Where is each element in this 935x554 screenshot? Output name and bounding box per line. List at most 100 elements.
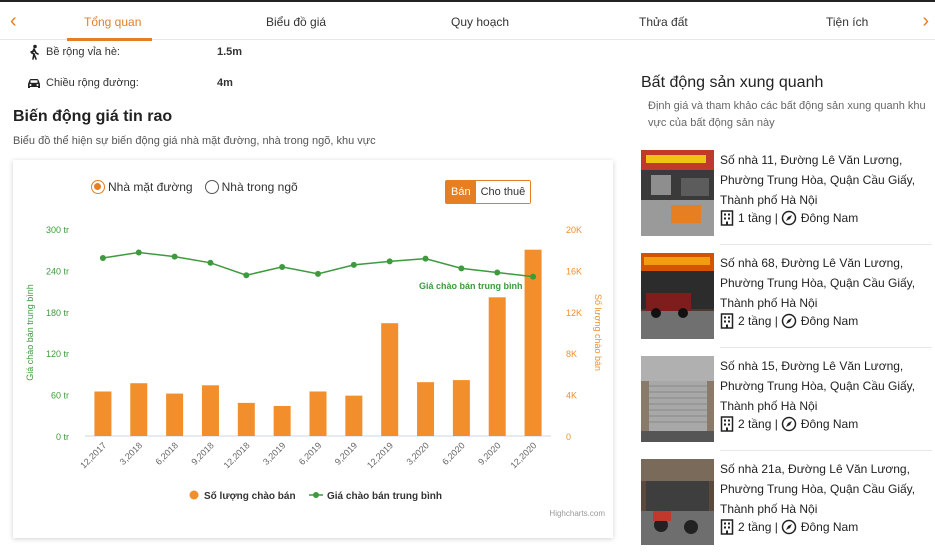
legend-label: Số lượng chào bán (204, 490, 296, 502)
property-thumbnail[interactable] (641, 459, 714, 545)
property-floors: 2 tầng | (738, 314, 778, 328)
nearby-property-card[interactable]: Số nhà 11, Đường Lê Văn Lương, Phường Tr… (641, 150, 933, 245)
line-point (494, 269, 501, 276)
info-value: 1.5m (217, 46, 243, 58)
left-axis-tick-label: 300 tr (46, 225, 69, 235)
left-axis-title: Giá chào bán trung bình (25, 284, 35, 381)
x-axis-tick-label: 3,2020 (404, 440, 431, 467)
compass-icon (781, 519, 797, 535)
legend-label: Giá chào bán trung bình (327, 491, 442, 502)
x-axis-tick-label: 9,2020 (476, 440, 503, 467)
bar (237, 402, 255, 436)
info-row-road-width: Chiều rộng đường: 4m (26, 75, 233, 91)
property-address[interactable]: Số nhà 11, Đường Lê Văn Lương, Phường Tr… (720, 150, 930, 210)
bar (201, 385, 219, 436)
nearby-property-card[interactable]: Số nhà 68, Đường Lê Văn Lương, Phường Tr… (641, 253, 933, 348)
legend-marker (313, 492, 319, 498)
x-axis-tick-label: 6,2019 (297, 440, 324, 467)
tab-price-chart[interactable]: Biểu đồ giá (266, 15, 326, 29)
bar (417, 382, 435, 436)
line-point (315, 270, 321, 277)
info-label: Bề rộng vỉa hè: (46, 46, 120, 58)
divider (720, 450, 932, 451)
info-value: 4m (217, 77, 233, 89)
tab-planning[interactable]: Quy hoạch (451, 15, 509, 29)
line-point (171, 253, 178, 260)
building-icon (720, 416, 734, 432)
property-thumbnail[interactable] (641, 150, 714, 236)
building-icon (720, 519, 734, 535)
line-point (243, 272, 250, 279)
info-row-sidewalk: Bề rộng vỉa hè: 1.5m (26, 44, 242, 60)
x-axis-tick-label: 12,2018 (222, 440, 252, 470)
bar (94, 391, 112, 436)
property-address[interactable]: Số nhà 21a, Đường Lê Văn Lương, Phường T… (720, 459, 930, 519)
right-axis-tick-label: 0 (566, 432, 571, 442)
tab-land-plot[interactable]: Thửa đất (639, 15, 688, 29)
nearby-property-card[interactable]: Số nhà 15, Đường Lê Văn Lương, Phường Tr… (641, 356, 933, 451)
x-axis-tick-label: 6,2020 (440, 440, 467, 467)
line-point (530, 273, 537, 280)
property-meta: 2 tầng | Đông Nam (720, 313, 858, 329)
right-axis-tick-label: 12K (566, 308, 582, 318)
property-thumbnail[interactable] (641, 253, 714, 339)
property-meta: 2 tầng | Đông Nam (720, 519, 858, 535)
series-annotation: Giá chào bán trung bình (419, 281, 523, 291)
bar (345, 395, 363, 436)
bar (452, 380, 470, 436)
top-nav: ‹ Tổng quan Biểu đồ giá Quy hoạch Thửa đ… (0, 0, 935, 41)
x-axis-tick-label: 3,2019 (261, 440, 288, 467)
x-axis-tick-label: 12,2020 (508, 440, 538, 470)
building-icon (720, 210, 734, 226)
chevron-right-icon[interactable]: › (922, 11, 929, 31)
property-meta: 2 tầng | Đông Nam (720, 416, 858, 432)
compass-icon (781, 313, 797, 329)
line-point (207, 259, 214, 266)
nearby-title: Bất động sản xung quanh (641, 74, 824, 91)
price-section-title: Biến động giá tin rao (13, 108, 173, 125)
right-axis-tick-label: 16K (566, 266, 582, 276)
property-floors: 2 tầng | (738, 417, 778, 431)
line-point (279, 263, 286, 270)
x-axis-tick-label: 12,2017 (78, 440, 108, 470)
pedestrian-icon (30, 44, 39, 60)
nearby-property-card[interactable]: Số nhà 21a, Đường Lê Văn Lương, Phường T… (641, 459, 933, 554)
property-direction: Đông Nam (800, 211, 859, 225)
chevron-left-icon[interactable]: ‹ (10, 11, 17, 31)
left-axis-tick-label: 60 tr (51, 391, 69, 401)
line-point (422, 255, 429, 262)
bar (166, 393, 184, 436)
nearby-subtitle: Định giá và tham khảo các bất động sản x… (648, 100, 926, 129)
x-axis-tick-label: 9,2019 (333, 440, 360, 467)
property-address[interactable]: Số nhà 15, Đường Lê Văn Lương, Phường Tr… (720, 356, 930, 416)
property-floors: 1 tầng | (738, 211, 778, 225)
line-point (458, 265, 465, 272)
left-axis-tick-label: 0 tr (56, 432, 69, 442)
property-floors: 2 tầng | (738, 520, 778, 534)
tab-amenities[interactable]: Tiện ích (826, 15, 868, 29)
price-chart: 0 tr 60 tr 120 tr 180 tr 240 tr 300 tr 0 4K 8K 12… (25, 225, 605, 518)
x-axis-tick-label: 9,2018 (189, 440, 216, 467)
x-axis-tick-label: 3,2018 (118, 440, 145, 467)
car-icon (28, 79, 40, 88)
x-axis-tick-label: 6,2018 (153, 440, 180, 467)
right-axis-tick-label: 8K (566, 349, 577, 359)
building-icon (720, 313, 734, 329)
line-point (350, 261, 357, 268)
info-label: Chiều rộng đường: (46, 77, 139, 89)
property-direction: Đông Nam (800, 314, 859, 328)
compass-icon (781, 416, 797, 432)
bar (273, 405, 291, 436)
chart-credit: Highcharts.com (549, 509, 605, 518)
line-point (99, 254, 106, 261)
left-axis-tick-label: 120 tr (46, 349, 69, 359)
left-axis-tick-label: 180 tr (46, 308, 69, 318)
bar (381, 323, 399, 436)
divider (720, 347, 932, 348)
x-axis-tick-label: 12,2019 (365, 440, 395, 470)
right-axis-tick-label: 4K (566, 391, 577, 401)
property-address[interactable]: Số nhà 68, Đường Lê Văn Lương, Phường Tr… (720, 253, 930, 313)
tab-overview[interactable]: Tổng quan (84, 15, 141, 29)
property-thumbnail[interactable] (641, 356, 714, 442)
property-direction: Đông Nam (800, 417, 859, 431)
